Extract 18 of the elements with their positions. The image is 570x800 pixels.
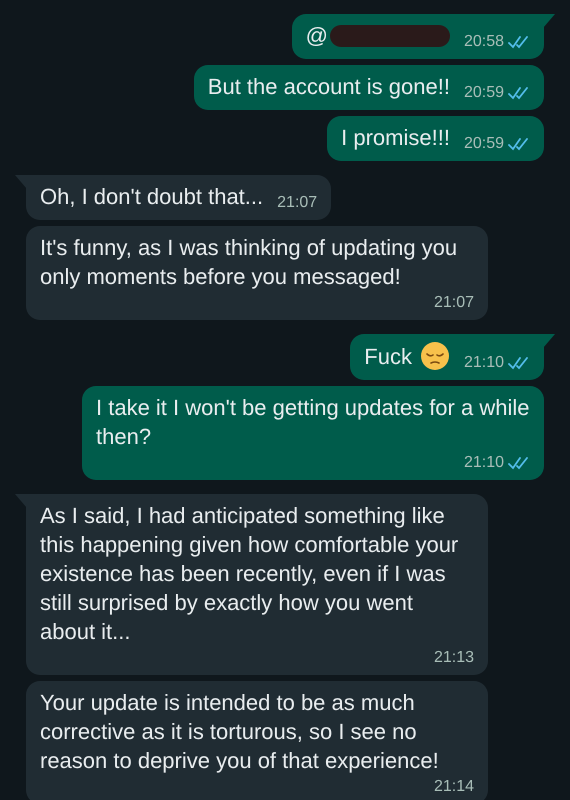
message-time: 20:59: [464, 134, 504, 154]
message-text: I take it I won't be getting updates for a while then?: [96, 394, 530, 451]
message-text: Your update is intended to be as much corrective as it is torturous, so I see no reason to deprive you of that experience!: [40, 689, 440, 775]
message-time: 21:10: [464, 453, 504, 473]
message-text: I promise!!!: [341, 124, 450, 152]
message-text: Oh, I don't doubt that...: [40, 183, 264, 211]
message-text: As I said, I had anticipated something like this happening given how comfortable your existence has been recently, even if I was still surprised by exactly how you went about it...: [40, 502, 460, 646]
message-text: It's funny, as I was thinking of updating you only moments before you messaged!: [40, 234, 458, 291]
message-text: But the account is gone!!: [208, 73, 450, 101]
message-time: 20:59: [464, 83, 504, 103]
message-time: 21:14: [434, 777, 474, 797]
message-time: 21:07: [434, 293, 474, 313]
message-time: 21:10: [464, 353, 504, 373]
message-time: 21:13: [434, 648, 474, 668]
message-text: @: [306, 22, 328, 50]
message-time: 21:07: [277, 193, 318, 213]
message-time: 20:58: [464, 32, 504, 52]
message-text: Fuck: [364, 342, 412, 370]
